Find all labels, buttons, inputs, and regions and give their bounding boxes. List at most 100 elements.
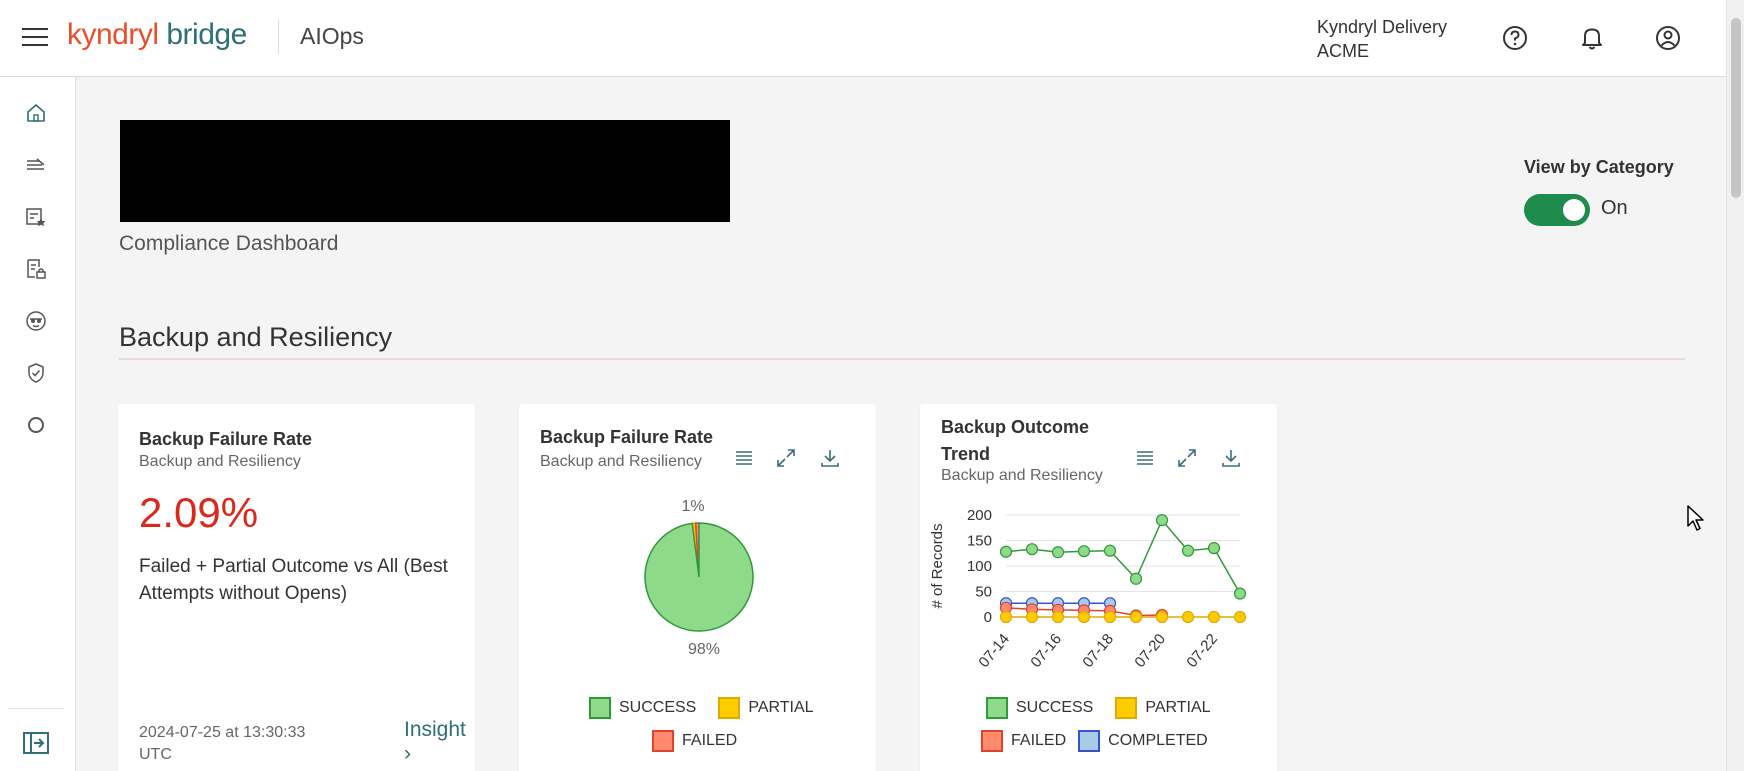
legend-swatch-failed [652,730,674,752]
data-point-success[interactable] [1051,546,1065,559]
starred-list-icon[interactable] [24,205,48,229]
app-name: AIOps [300,23,364,49]
scrollbar-thumb[interactable] [1731,18,1741,198]
vertical-scrollbar[interactable] [1726,0,1744,771]
notification-bell-icon[interactable] [1578,24,1606,52]
data-point-success[interactable] [1025,543,1039,556]
data-point-success[interactable] [1155,514,1169,527]
legend-row-1: SUCCESS PARTIAL [589,697,814,719]
view-by-category-toggle[interactable] [1524,194,1590,226]
card-title: Backup Failure Rate [139,429,313,449]
pie-data-label-success: 98% [688,641,720,658]
card-subtitle: Backup and Resiliency [540,453,702,470]
series-line-success [1005,518,1241,594]
redacted-title-block [120,120,730,222]
shield-check-icon[interactable] [24,361,48,385]
data-point-partial[interactable] [1103,610,1117,624]
kpi-timestamp: 2024-07-25 at 13:30:33 UTC [139,724,306,763]
line-chart: 0 50 100 150 200 # of Records 07-14 07-16 07-18 0… [929,507,1247,671]
card-subtitle: Backup and Resiliency [941,467,1103,484]
top-bar: kyndryl bridge AIOps Kyndryl Delivery AC… [0,0,1726,77]
view-by-category-label: View by Category [1524,157,1674,177]
delivery-customer: ACME [1317,41,1370,61]
line-card-backup-outcome-trend: Backup Outcome Trend Backup and Resilien… [920,404,1277,771]
legend-swatch-partial [1115,697,1138,719]
x-tick-label: 07-14 [975,631,1013,671]
section-divider [119,358,1685,360]
data-point-partial[interactable] [1077,610,1091,624]
pie-chart: 1% 98% [644,498,754,658]
account-selector[interactable]: Kyndryl Delivery ACME [1317,15,1447,63]
section-title: Backup and Resiliency [119,322,393,352]
circle-icon[interactable] [24,413,48,437]
kpi-card-backup-failure-rate: Backup Failure Rate Backup and Resilienc… [118,404,475,771]
y-tick-label: 50 [975,584,992,601]
mouse-cursor-icon [1687,505,1704,531]
legend-swatch-partial [718,697,741,719]
card-title: Backup Failure Rate [540,427,714,447]
hamburger-menu-icon[interactable] [22,28,48,48]
legend-swatch-success [589,697,611,719]
page-subtitle: Compliance Dashboard [119,232,339,255]
download-icon[interactable] [818,446,842,470]
x-tick-label: 07-18 [1079,631,1117,671]
data-point-partial[interactable] [1051,610,1065,624]
user-profile-icon[interactable] [1654,24,1682,52]
card-title-line2: Trend [941,444,991,464]
insight-link[interactable]: Insight › [404,718,475,766]
y-tick-label: 0 [984,609,992,626]
data-point-success[interactable] [1129,572,1143,585]
data-point-partial[interactable] [1207,610,1221,624]
legend-label-success: SUCCESS [619,699,697,716]
legend-swatch-completed [1078,730,1101,752]
data-point-partial[interactable] [1155,610,1169,624]
pie-slice-success[interactable] [644,522,754,632]
data-point-partial[interactable] [999,610,1013,624]
toggle-state-label: On [1601,197,1628,219]
legend-label-completed: COMPLETED [1108,732,1208,749]
data-point-success[interactable] [1233,587,1247,600]
legend-row-1: SUCCESS PARTIAL [986,697,1211,719]
tasks-icon[interactable] [24,153,48,177]
x-tick-label: 07-16 [1027,631,1065,671]
data-point-partial[interactable] [1025,610,1039,624]
logo-kyndryl: kyndryl [67,18,159,51]
x-tick-label: 07-20 [1131,631,1169,671]
insight-label: Insight [404,718,466,741]
brand-logo[interactable]: kyndryl bridge [67,18,247,52]
incognito-icon[interactable] [24,309,48,333]
data-point-partial[interactable] [1129,610,1143,624]
home-icon[interactable] [24,101,48,125]
data-point-success[interactable] [999,545,1013,558]
data-point-success[interactable] [1103,544,1117,557]
left-nav-rail [0,77,76,771]
main-content: Compliance Dashboard View by Category On… [77,77,1726,771]
y-tick-label: 100 [967,558,992,575]
legend-swatch-success [986,697,1008,719]
download-icon[interactable] [1219,446,1243,470]
data-point-partial[interactable] [1181,610,1195,624]
legend-label-failed: FAILED [682,732,738,749]
help-icon[interactable] [1501,24,1529,52]
data-point-success[interactable] [1181,544,1195,557]
card-title: Backup Outcome Trend [941,414,1089,468]
list-view-icon[interactable] [1133,446,1157,470]
x-tick-label: 07-22 [1183,631,1221,671]
expand-icon[interactable] [1175,446,1199,470]
kpi-description: Failed + Partial Outcome vs All (Best At… [139,556,448,604]
legend-label-failed: FAILED [1011,732,1067,749]
pie-data-label-small: 1% [681,498,704,515]
expand-icon[interactable] [774,446,798,470]
kpi-value: 2.09% [139,489,259,536]
y-tick-label: 200 [967,507,992,524]
y-axis-label: # of Records [929,523,946,608]
secure-doc-icon[interactable] [24,257,48,281]
card-subtitle: Backup and Resiliency [139,453,301,470]
data-point-success[interactable] [1077,545,1091,558]
legend-row-2: FAILED [652,730,737,752]
data-point-success[interactable] [1207,542,1221,555]
data-point-partial[interactable] [1233,610,1247,624]
expand-panel-icon[interactable] [22,729,50,757]
legend-swatch-failed [981,730,1003,752]
list-view-icon[interactable] [732,446,756,470]
